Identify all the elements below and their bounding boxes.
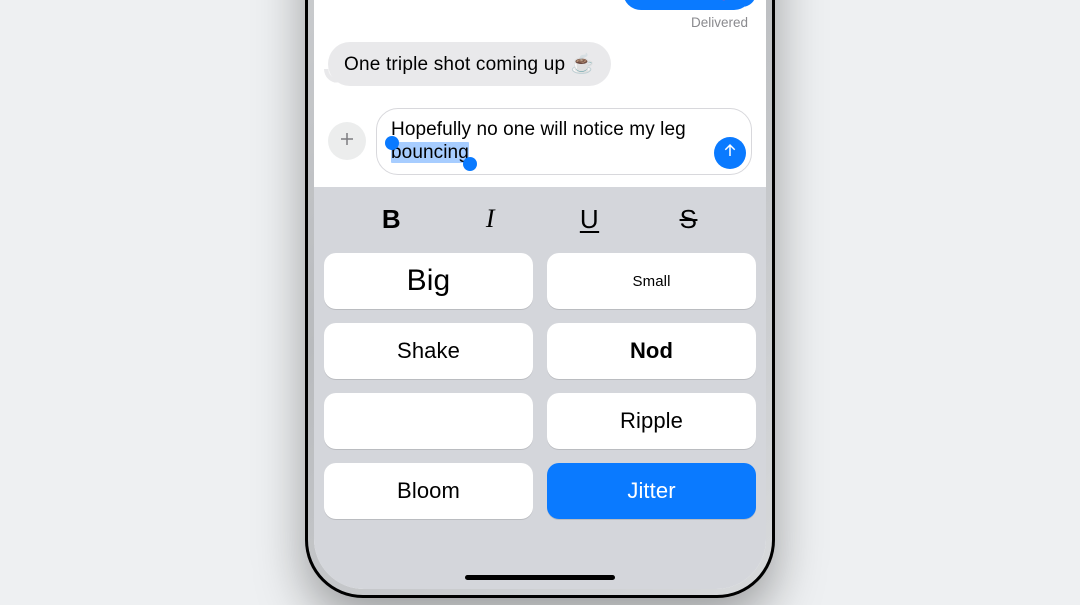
selection-handle-end-icon[interactable] — [463, 157, 477, 171]
message-text-before: Hopefully no one will notice my leg — [391, 119, 686, 140]
text-effect-shake[interactable]: Shake — [324, 323, 533, 379]
text-effect-ripple[interactable]: Ripple — [547, 393, 756, 449]
incoming-message-bubble[interactable]: One triple shot coming up ☕️ — [328, 42, 611, 86]
incoming-message-text: One triple shot coming up ☕️ — [344, 54, 595, 75]
message-text-selection: bouncing — [391, 142, 469, 163]
text-effect-label: Big — [407, 264, 451, 298]
text-effect-big[interactable]: Big — [324, 253, 533, 309]
text-effect-small[interactable]: Small — [547, 253, 756, 309]
text-effect-label: Bloom — [397, 478, 460, 504]
delivered-status: Delivered — [328, 15, 748, 30]
text-effect-nod[interactable]: Nod — [547, 323, 756, 379]
italic-button[interactable]: I — [463, 199, 519, 239]
plus-icon — [338, 130, 356, 153]
text-effect-label: Jitter — [627, 478, 675, 504]
text-effect-label: Ripple — [620, 408, 683, 434]
underline-button[interactable]: U — [562, 199, 618, 239]
outgoing-message-bubble[interactable]: caffeine 🤪 — [623, 0, 752, 10]
text-effect-label: Shake — [397, 338, 460, 364]
text-effects-grid: Big Small Shake Nod Ripple Bloom Jitter — [324, 253, 756, 519]
incoming-message-row: One triple shot coming up ☕️ — [328, 42, 752, 86]
plus-button[interactable] — [328, 122, 366, 160]
compose-row: Hopefully no one will notice my leg boun… — [328, 108, 752, 176]
device-frame: caffeine 🤪 Delivered One triple shot com… — [305, 0, 775, 598]
strikethrough-button[interactable]: S — [661, 199, 717, 239]
message-input[interactable]: Hopefully no one will notice my leg boun… — [376, 108, 752, 176]
screen: caffeine 🤪 Delivered One triple shot com… — [314, 0, 766, 589]
format-bar: B I U S — [324, 199, 756, 239]
text-effect-blank[interactable] — [324, 393, 533, 449]
arrow-up-icon — [721, 141, 739, 166]
conversation-area: caffeine 🤪 Delivered One triple shot com… — [314, 0, 766, 187]
keyboard-panel: B I U S Big Small Shake Nod Ripple Bloom Jitte… — [314, 187, 766, 589]
send-button[interactable] — [714, 137, 746, 169]
text-effect-label: Small — [632, 273, 670, 290]
text-effect-label: Nod — [630, 338, 673, 364]
outgoing-message-text: caffeine — [639, 0, 707, 2]
outgoing-message-row: caffeine 🤪 — [328, 0, 752, 10]
home-indicator[interactable] — [465, 575, 615, 580]
text-effect-jitter[interactable]: Jitter — [547, 463, 756, 519]
bold-button[interactable]: B — [364, 199, 420, 239]
text-effect-bloom[interactable]: Bloom — [324, 463, 533, 519]
